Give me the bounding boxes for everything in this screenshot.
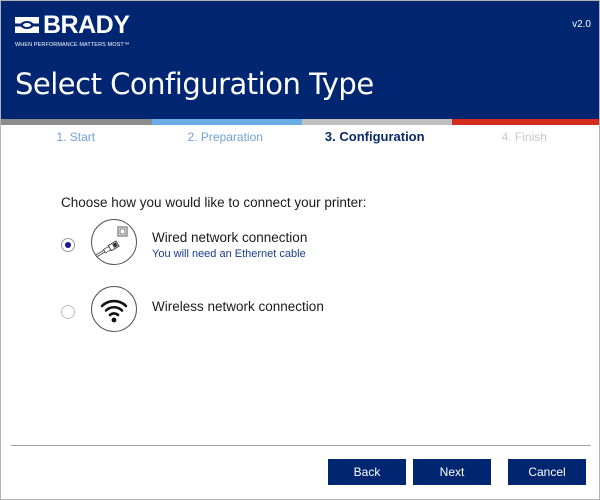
brand-tagline: WHEN PERFORMANCE MATTERS MOST™ <box>15 42 130 48</box>
back-button[interactable]: Back <box>328 459 406 485</box>
version-label: v2.0 <box>572 19 591 30</box>
step-labels: 1. Start 2. Preparation 3. Configuration… <box>1 127 599 147</box>
wireless-option-title: Wireless network connection <box>152 299 324 314</box>
progress-segment-finish <box>452 119 599 125</box>
step-start: 1. Start <box>56 130 96 144</box>
step-preparation: 2. Preparation <box>187 130 263 144</box>
wired-option-title: Wired network connection <box>152 230 308 245</box>
footer-divider <box>11 445 591 446</box>
header-banner: BRADY WHEN PERFORMANCE MATTERS MOST™ v2.… <box>1 1 599 119</box>
brady-logo-mark-icon <box>15 17 39 33</box>
step-finish: 4. Finish <box>501 130 547 144</box>
progress-segment-preparation <box>152 119 302 125</box>
step-progress-bar <box>1 119 599 125</box>
radio-wireless[interactable] <box>61 305 75 319</box>
cancel-button[interactable]: Cancel <box>508 459 586 485</box>
progress-segment-configuration <box>302 119 452 125</box>
wired-option-subtitle: You will need an Ethernet cable <box>152 248 306 260</box>
step-configuration: 3. Configuration <box>324 129 425 144</box>
brand-name: BRADY <box>43 11 130 39</box>
progress-segment-start <box>1 119 152 125</box>
ethernet-cable-icon <box>91 219 137 265</box>
setup-wizard-window: BRADY WHEN PERFORMANCE MATTERS MOST™ v2.… <box>0 0 600 500</box>
option-wireless[interactable]: Wireless network connection <box>61 286 461 342</box>
connection-prompt: Choose how you would like to connect you… <box>61 195 367 210</box>
next-button[interactable]: Next <box>413 459 491 485</box>
wifi-icon <box>91 286 137 332</box>
option-wired[interactable]: Wired network connection You will need a… <box>61 219 461 275</box>
radio-wired[interactable] <box>61 238 75 252</box>
page-title: Select Configuration Type <box>15 67 374 101</box>
